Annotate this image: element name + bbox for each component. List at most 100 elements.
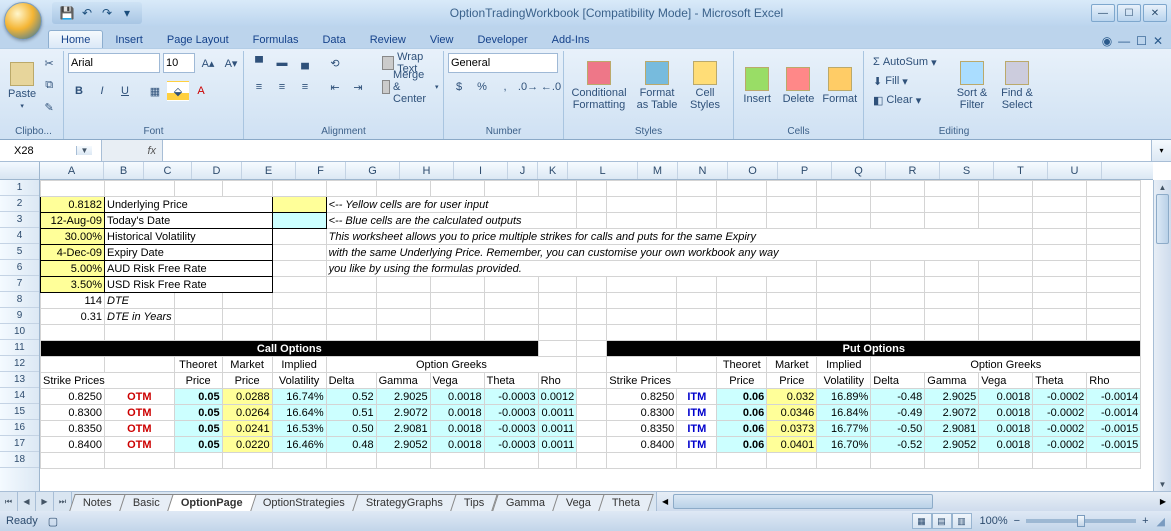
cell[interactable]: 0.0288 <box>222 389 272 405</box>
cell[interactable] <box>174 325 222 341</box>
cell[interactable] <box>272 197 326 213</box>
row-header-13[interactable]: 13 <box>0 372 39 388</box>
cell[interactable] <box>538 181 577 197</box>
cell[interactable]: Price <box>717 373 767 389</box>
row-header-6[interactable]: 6 <box>0 260 39 276</box>
cell[interactable]: Delta <box>871 373 925 389</box>
cell[interactable]: Theta <box>484 373 538 389</box>
column-headers[interactable]: ABCDEFGHIJKLMNOPQRSTU <box>40 162 1153 180</box>
cell[interactable] <box>174 453 222 469</box>
cell[interactable] <box>767 181 817 197</box>
cell[interactable]: 30.00% <box>41 229 105 245</box>
cell[interactable] <box>484 453 538 469</box>
row-header-15[interactable]: 15 <box>0 404 39 420</box>
cell[interactable] <box>484 309 538 325</box>
cell[interactable] <box>979 181 1033 197</box>
align-center-icon[interactable]: ≡ <box>271 77 293 97</box>
cell[interactable] <box>326 453 376 469</box>
cell[interactable] <box>577 181 607 197</box>
col-header-N[interactable]: N <box>678 162 728 179</box>
cell[interactable] <box>1033 293 1087 309</box>
cell[interactable]: 0.0241 <box>222 421 272 437</box>
scroll-right-icon[interactable]: ▶ <box>1155 492 1171 511</box>
row-header-7[interactable]: 7 <box>0 276 39 292</box>
format-as-table-button[interactable]: Format as Table <box>633 53 681 119</box>
col-header-O[interactable]: O <box>728 162 778 179</box>
cell[interactable]: Rho <box>538 373 577 389</box>
cell[interactable] <box>484 181 538 197</box>
cell[interactable] <box>222 293 272 309</box>
cell[interactable]: 0.0012 <box>538 389 577 405</box>
cell[interactable] <box>1087 261 1141 277</box>
tab-add-ins[interactable]: Add-Ins <box>540 31 602 48</box>
cell[interactable]: 0.0018 <box>979 389 1033 405</box>
col-header-G[interactable]: G <box>346 162 400 179</box>
percent-icon[interactable]: % <box>471 77 493 97</box>
cell[interactable] <box>871 277 925 293</box>
cell[interactable] <box>174 293 222 309</box>
cell[interactable] <box>817 277 871 293</box>
cell[interactable]: 0.06 <box>717 437 767 453</box>
cell[interactable]: Volatility <box>272 373 326 389</box>
cell[interactable]: ITM <box>677 405 717 421</box>
expand-formula-bar-icon[interactable]: ▾ <box>1151 140 1171 161</box>
row-header-10[interactable]: 10 <box>0 324 39 340</box>
cell[interactable] <box>376 293 430 309</box>
page-layout-view-icon[interactable]: ▤ <box>932 513 952 529</box>
cell[interactable]: 0.48 <box>326 437 376 453</box>
cell[interactable] <box>577 453 607 469</box>
cell[interactable]: 2.9081 <box>376 421 430 437</box>
cell[interactable] <box>41 325 105 341</box>
cell[interactable]: -0.0014 <box>1087 389 1141 405</box>
cell[interactable]: 0.8300 <box>607 405 677 421</box>
shrink-font-icon[interactable]: A▾ <box>221 53 241 73</box>
cell[interactable] <box>577 277 607 293</box>
cell[interactable] <box>1087 293 1141 309</box>
align-left-icon[interactable]: ≡ <box>248 77 270 97</box>
tab-page-layout[interactable]: Page Layout <box>155 31 241 48</box>
tab-data[interactable]: Data <box>310 31 357 48</box>
close-button[interactable]: ✕ <box>1143 4 1167 22</box>
cell[interactable] <box>677 357 717 373</box>
cell[interactable] <box>979 309 1033 325</box>
border-icon[interactable]: ▦ <box>144 81 166 101</box>
cell[interactable] <box>272 325 326 341</box>
vertical-scrollbar[interactable]: ▲ ▼ <box>1153 180 1171 491</box>
cell[interactable]: ITM <box>677 421 717 437</box>
cell[interactable]: Vega <box>430 373 484 389</box>
fill-button[interactable]: ⬇ Fill ▾ <box>868 72 948 90</box>
cell[interactable]: Today's Date <box>105 213 273 229</box>
cell[interactable] <box>577 357 607 373</box>
cell[interactable] <box>222 181 272 197</box>
cell[interactable] <box>677 453 717 469</box>
cell[interactable]: Strike Prices <box>607 373 717 389</box>
cell[interactable]: Historical Volatility <box>105 229 273 245</box>
cell[interactable] <box>222 453 272 469</box>
cell[interactable] <box>484 277 538 293</box>
cell[interactable] <box>677 181 717 197</box>
cell[interactable] <box>717 181 767 197</box>
tab-formulas[interactable]: Formulas <box>241 31 311 48</box>
cell-grid[interactable]: 0.8182Underlying Price<-- Yellow cells a… <box>40 180 1153 491</box>
cell[interactable]: -0.0002 <box>1033 405 1087 421</box>
cell[interactable]: AUD Risk Free Rate <box>105 261 273 277</box>
cell[interactable]: 4-Dec-09 <box>41 245 105 261</box>
cell[interactable] <box>577 293 607 309</box>
format-painter-icon[interactable]: ✎ <box>39 97 59 117</box>
cell[interactable]: Gamma <box>925 373 979 389</box>
cell[interactable]: This worksheet allows you to price multi… <box>326 229 1033 245</box>
cell[interactable]: 0.0401 <box>767 437 817 453</box>
tab-home[interactable]: Home <box>48 30 103 48</box>
cell[interactable] <box>717 213 767 229</box>
sheet-tab-tips[interactable]: Tips <box>451 494 499 511</box>
row-header-12[interactable]: 12 <box>0 356 39 372</box>
cell[interactable] <box>925 309 979 325</box>
cell[interactable]: <-- Yellow cells are for user input <box>326 197 577 213</box>
cell[interactable] <box>376 181 430 197</box>
cell[interactable] <box>577 373 607 389</box>
cell[interactable]: OTM <box>105 421 175 437</box>
cell[interactable]: -0.0002 <box>1033 437 1087 453</box>
cell[interactable] <box>1087 245 1141 261</box>
col-header-Q[interactable]: Q <box>832 162 886 179</box>
cell[interactable] <box>105 325 175 341</box>
